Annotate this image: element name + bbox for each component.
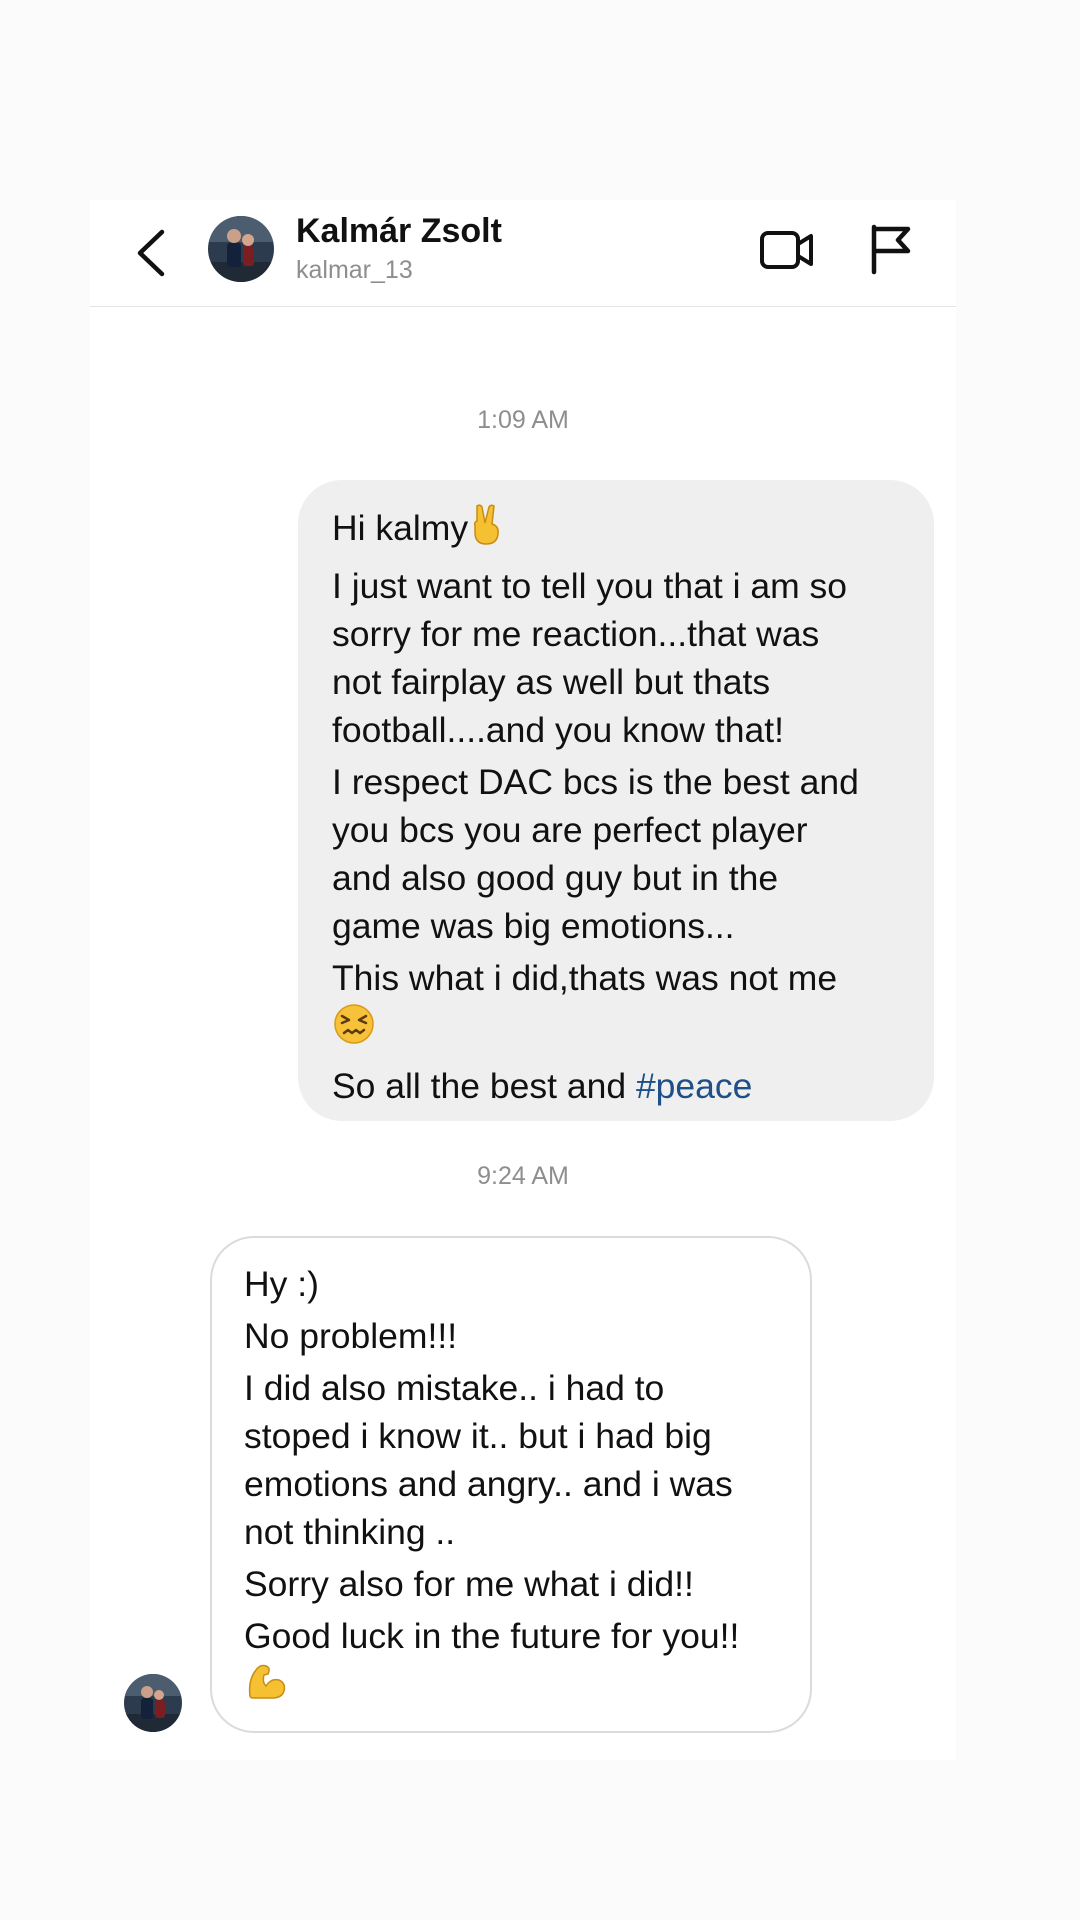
message-timestamp: 9:24 AM (477, 1162, 569, 1190)
sent-message-bubble[interactable]: Hi kalmy I just want to tell you that i … (298, 480, 934, 1121)
message-line: I respect DAC bcs is the best and (332, 762, 859, 802)
chat-header: Kalmár Zsolt kalmar_13 (90, 200, 956, 307)
contact-username[interactable]: kalmar_13 (296, 256, 413, 285)
report-button[interactable] (866, 222, 914, 276)
message-line: So all the best and #peace (332, 1066, 753, 1106)
message-line: No problem!!! (244, 1316, 458, 1356)
victory-hand-emoji (468, 502, 504, 558)
contact-name[interactable]: Kalmár Zsolt (296, 212, 502, 251)
message-timestamp: 1:09 AM (477, 406, 569, 434)
message-line: you bcs you are perfect player (332, 810, 808, 850)
confounded-face-emoji (332, 1002, 376, 1058)
chevron-left-icon (137, 229, 165, 277)
message-line: This what i did,thats was not me (332, 958, 838, 998)
message-line: emotions and angry.. and i was (244, 1464, 733, 1504)
message-line (332, 1002, 900, 1058)
message-line (244, 1660, 778, 1714)
message-line: game was big emotions... (332, 906, 735, 946)
received-message-bubble[interactable]: Hy :) No problem!!! I did also mistake..… (210, 1236, 812, 1733)
message-line: football....and you know that! (332, 710, 784, 750)
message-line: and also good guy but in the (332, 858, 779, 898)
back-button[interactable] (128, 226, 178, 280)
message-line: I just want to tell you that i am so (332, 566, 847, 606)
hashtag-link[interactable]: #peace (636, 1066, 752, 1106)
message-line: I did also mistake.. i had to (244, 1368, 665, 1408)
message-line: not fairplay as well but thats (332, 662, 771, 702)
flag-icon (871, 224, 911, 275)
message-line: Hi kalmy (332, 502, 900, 558)
message-line: Hy :) (244, 1264, 319, 1304)
sender-avatar[interactable] (124, 1674, 182, 1732)
dm-thread-screen: Kalmár Zsolt kalmar_13 1:09 AM Hi kalmy … (90, 200, 956, 1760)
message-line: not thinking .. (244, 1512, 456, 1552)
video-call-button[interactable] (758, 225, 816, 275)
video-camera-icon (760, 231, 813, 269)
message-line: Sorry also for me what i did!! (244, 1564, 694, 1604)
contact-avatar[interactable] (208, 216, 274, 282)
message-line: sorry for me reaction...that was (332, 614, 820, 654)
flexed-biceps-emoji (244, 1660, 288, 1714)
message-line: stoped i know it.. but i had big (244, 1416, 712, 1456)
message-line: Good luck in the future for you!! (244, 1616, 740, 1656)
